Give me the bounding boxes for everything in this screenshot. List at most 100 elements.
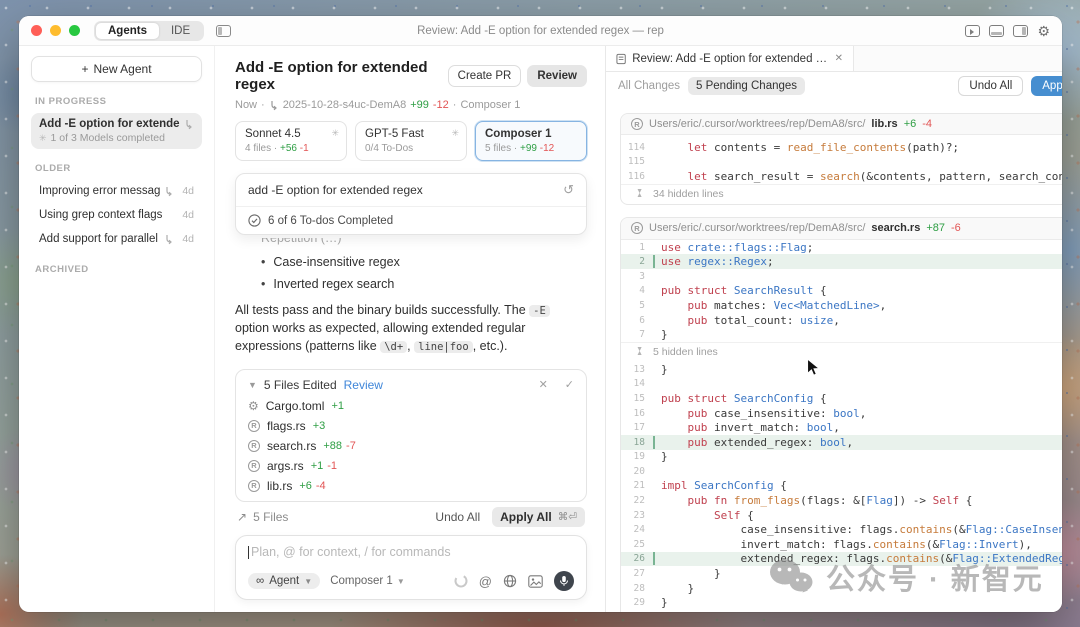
code-text: let search_result = search(&contents, pa… bbox=[687, 169, 1063, 183]
agent-mode-selector[interactable]: ∞ Agent ▼ bbox=[248, 573, 321, 589]
review-tab[interactable]: Review: Add -E option for extended regex… bbox=[606, 46, 854, 71]
code-line: 16 pub case_insensitive: bool, bbox=[621, 406, 1062, 421]
hidden-lines-arrows: ▼ ▲ bbox=[636, 187, 643, 200]
new-agent-button[interactable]: + New Agent bbox=[31, 56, 202, 82]
prompt-card[interactable]: add -E option for extended regex ↺ 6 of … bbox=[235, 173, 587, 235]
code-text: use regex::Regex; bbox=[653, 255, 1062, 269]
chevron-down-icon: ▼ bbox=[304, 576, 313, 586]
right-panel-icon[interactable] bbox=[1013, 24, 1029, 37]
model-card[interactable]: Sonnet 4.5 4 files · +56 -1 ✳ bbox=[235, 121, 347, 161]
minimize-window-button[interactable] bbox=[50, 25, 61, 36]
chat-input[interactable]: Plan, @ for context, / for commands ∞ Ag… bbox=[235, 535, 587, 600]
code-line: 21 impl SearchConfig { bbox=[621, 479, 1062, 494]
hidden-lines-row[interactable]: ▼ ▲ 5 hidden lines bbox=[621, 341, 1062, 362]
model-card[interactable]: GPT-5 Fast 0/4 To-Dos ✳ bbox=[355, 121, 467, 161]
model-card[interactable]: Composer 1 5 files · +99 -12 bbox=[475, 121, 587, 161]
code-line: 3 bbox=[621, 269, 1062, 284]
close-window-button[interactable] bbox=[31, 25, 42, 36]
tab-ide[interactable]: IDE bbox=[159, 23, 202, 39]
sidebar-section: OLDERImproving error messages an...4dUsi… bbox=[31, 163, 202, 250]
edited-file-row[interactable]: ⚙ Cargo.toml +1 bbox=[236, 396, 586, 416]
cargo-icon: ⚙ bbox=[248, 398, 259, 413]
chevron-down-icon[interactable]: ▼ bbox=[248, 380, 257, 390]
code-line: 25 invert_match: flags.contains(&Flag::I… bbox=[621, 537, 1062, 552]
edited-file-row[interactable]: Rlib.rs +6 -4 bbox=[236, 476, 586, 496]
panel-run-icon[interactable] bbox=[965, 24, 981, 37]
line-number: 13 bbox=[633, 363, 645, 375]
edited-file-row[interactable]: Rflags.rs +3 bbox=[236, 416, 586, 436]
line-number: 3 bbox=[639, 270, 645, 282]
line-number: 19 bbox=[633, 451, 645, 463]
pending-changes-tab[interactable]: 5 Pending Changes bbox=[688, 77, 806, 95]
apply-all-button[interactable]: Apply All ⌘⏎ bbox=[492, 507, 585, 527]
agents-sidebar: + New Agent IN PROGRESS Add -E option for … bbox=[19, 46, 215, 612]
hidden-lines-row[interactable]: ▼ ▲ 34 hidden lines bbox=[621, 183, 1062, 204]
sidebar-item[interactable]: Improving error messages an... 4d bbox=[31, 180, 202, 202]
sidebar-item[interactable]: Add support for parallel file p... 4d bbox=[31, 228, 202, 250]
sidebar-item[interactable]: Using grep context flags 4d bbox=[31, 204, 202, 226]
line-number: 28 bbox=[633, 582, 645, 594]
retry-icon[interactable]: ↺ bbox=[563, 182, 574, 198]
apply-all-button[interactable]: Apply All bbox=[1031, 76, 1062, 96]
model-selector[interactable]: Composer 1 ▼ bbox=[330, 575, 405, 587]
titlebar: Agents IDE Review: Add -E option for ext… bbox=[19, 16, 1062, 46]
microphone-icon bbox=[560, 576, 568, 586]
undo-all-button[interactable]: Undo All bbox=[958, 76, 1024, 96]
code-line: 13} bbox=[621, 362, 1062, 377]
code-text: impl SearchConfig { bbox=[661, 479, 787, 493]
code-text: invert_match: flags.contains(&Flag::Inve… bbox=[661, 537, 1032, 551]
code-line: 5 pub matches: Vec<MatchedLine>, bbox=[621, 298, 1062, 313]
code-line: 23 Self { bbox=[621, 508, 1062, 523]
accept-all-icon[interactable]: ✓ bbox=[565, 378, 574, 391]
zoom-window-button[interactable] bbox=[69, 25, 80, 36]
sidebar-toggle-icon[interactable] bbox=[216, 24, 232, 37]
check-circle-icon bbox=[248, 214, 261, 227]
todo-bullet: Inverted regex search bbox=[261, 277, 587, 291]
files-edited-label: 5 Files Edited bbox=[263, 377, 337, 392]
hidden-lines-label: 34 hidden lines bbox=[653, 188, 724, 201]
line-number: 2 bbox=[639, 256, 645, 268]
hidden-lines-arrows: ▼ ▲ bbox=[636, 345, 643, 358]
sidebar-item[interactable]: Add -E option for extended regex ✳1 of 3 … bbox=[31, 113, 202, 149]
diff-stats: +3 bbox=[312, 419, 326, 432]
diff-file-header[interactable]: R Users/eric/.cursor/worktrees/rep/DemA8/… bbox=[621, 114, 1062, 135]
line-number: 22 bbox=[633, 495, 645, 507]
sidebar-section-label: IN PROGRESS bbox=[35, 96, 107, 107]
bottom-panel-icon[interactable] bbox=[989, 24, 1005, 37]
spinner-icon: ✳ bbox=[331, 128, 339, 138]
edited-file-row[interactable]: Rsearch.rs +88 -7 bbox=[236, 436, 586, 456]
code-text: let contents = read_file_contents(path)?… bbox=[687, 140, 960, 154]
code-line: 17 pub invert_match: bool, bbox=[621, 420, 1062, 435]
image-icon[interactable] bbox=[528, 574, 543, 588]
file-name: search.rs bbox=[871, 222, 921, 235]
create-pr-button[interactable]: Create PR bbox=[447, 65, 522, 87]
sidebar-item-time: 4d bbox=[182, 185, 194, 197]
review-link[interactable]: Review bbox=[344, 378, 383, 392]
all-changes-tab[interactable]: All Changes bbox=[618, 80, 680, 92]
app-window: Agents IDE Review: Add -E option for ext… bbox=[19, 16, 1062, 612]
review-button[interactable]: Review bbox=[527, 65, 587, 87]
diff-file-card: R Users/eric/.cursor/worktrees/rep/DemA8/… bbox=[620, 113, 1062, 205]
diff-file-header[interactable]: R Users/eric/.cursor/worktrees/rep/DemA8/… bbox=[621, 217, 1062, 240]
reject-all-icon[interactable]: ✕ bbox=[539, 378, 548, 391]
mention-icon[interactable]: @ bbox=[479, 574, 492, 589]
code-line: 14 bbox=[621, 377, 1062, 392]
code-line: 114 let contents = read_file_contents(pa… bbox=[621, 140, 1062, 155]
undo-all-button[interactable]: Undo All bbox=[435, 510, 480, 524]
editor-tabbar: Review: Add -E option for extended regex… bbox=[606, 46, 1062, 72]
gear-icon[interactable]: ⚙ bbox=[1037, 24, 1050, 38]
close-tab-icon[interactable]: ✕ bbox=[835, 53, 843, 64]
globe-icon[interactable] bbox=[503, 574, 517, 588]
todos-summary[interactable]: 6 of 6 To-dos Completed bbox=[236, 206, 586, 234]
line-number: 5 bbox=[639, 299, 645, 311]
line-number: 20 bbox=[633, 465, 645, 477]
tab-agents[interactable]: Agents bbox=[96, 22, 159, 39]
expand-files-icon[interactable]: ↗ bbox=[237, 510, 247, 524]
edited-file-row[interactable]: Rargs.rs +1 -1 bbox=[236, 456, 586, 476]
code-text: pub fn from_flags(flags: &[Flag]) -> Sel… bbox=[687, 494, 973, 508]
file-name: lib.rs bbox=[871, 118, 898, 130]
rust-file-icon: R bbox=[631, 118, 643, 130]
agent-detail-column: Add -E option for extended regex Create … bbox=[215, 46, 605, 612]
voice-input-button[interactable] bbox=[554, 571, 574, 591]
diff-stats: +1 -1 bbox=[310, 459, 338, 472]
